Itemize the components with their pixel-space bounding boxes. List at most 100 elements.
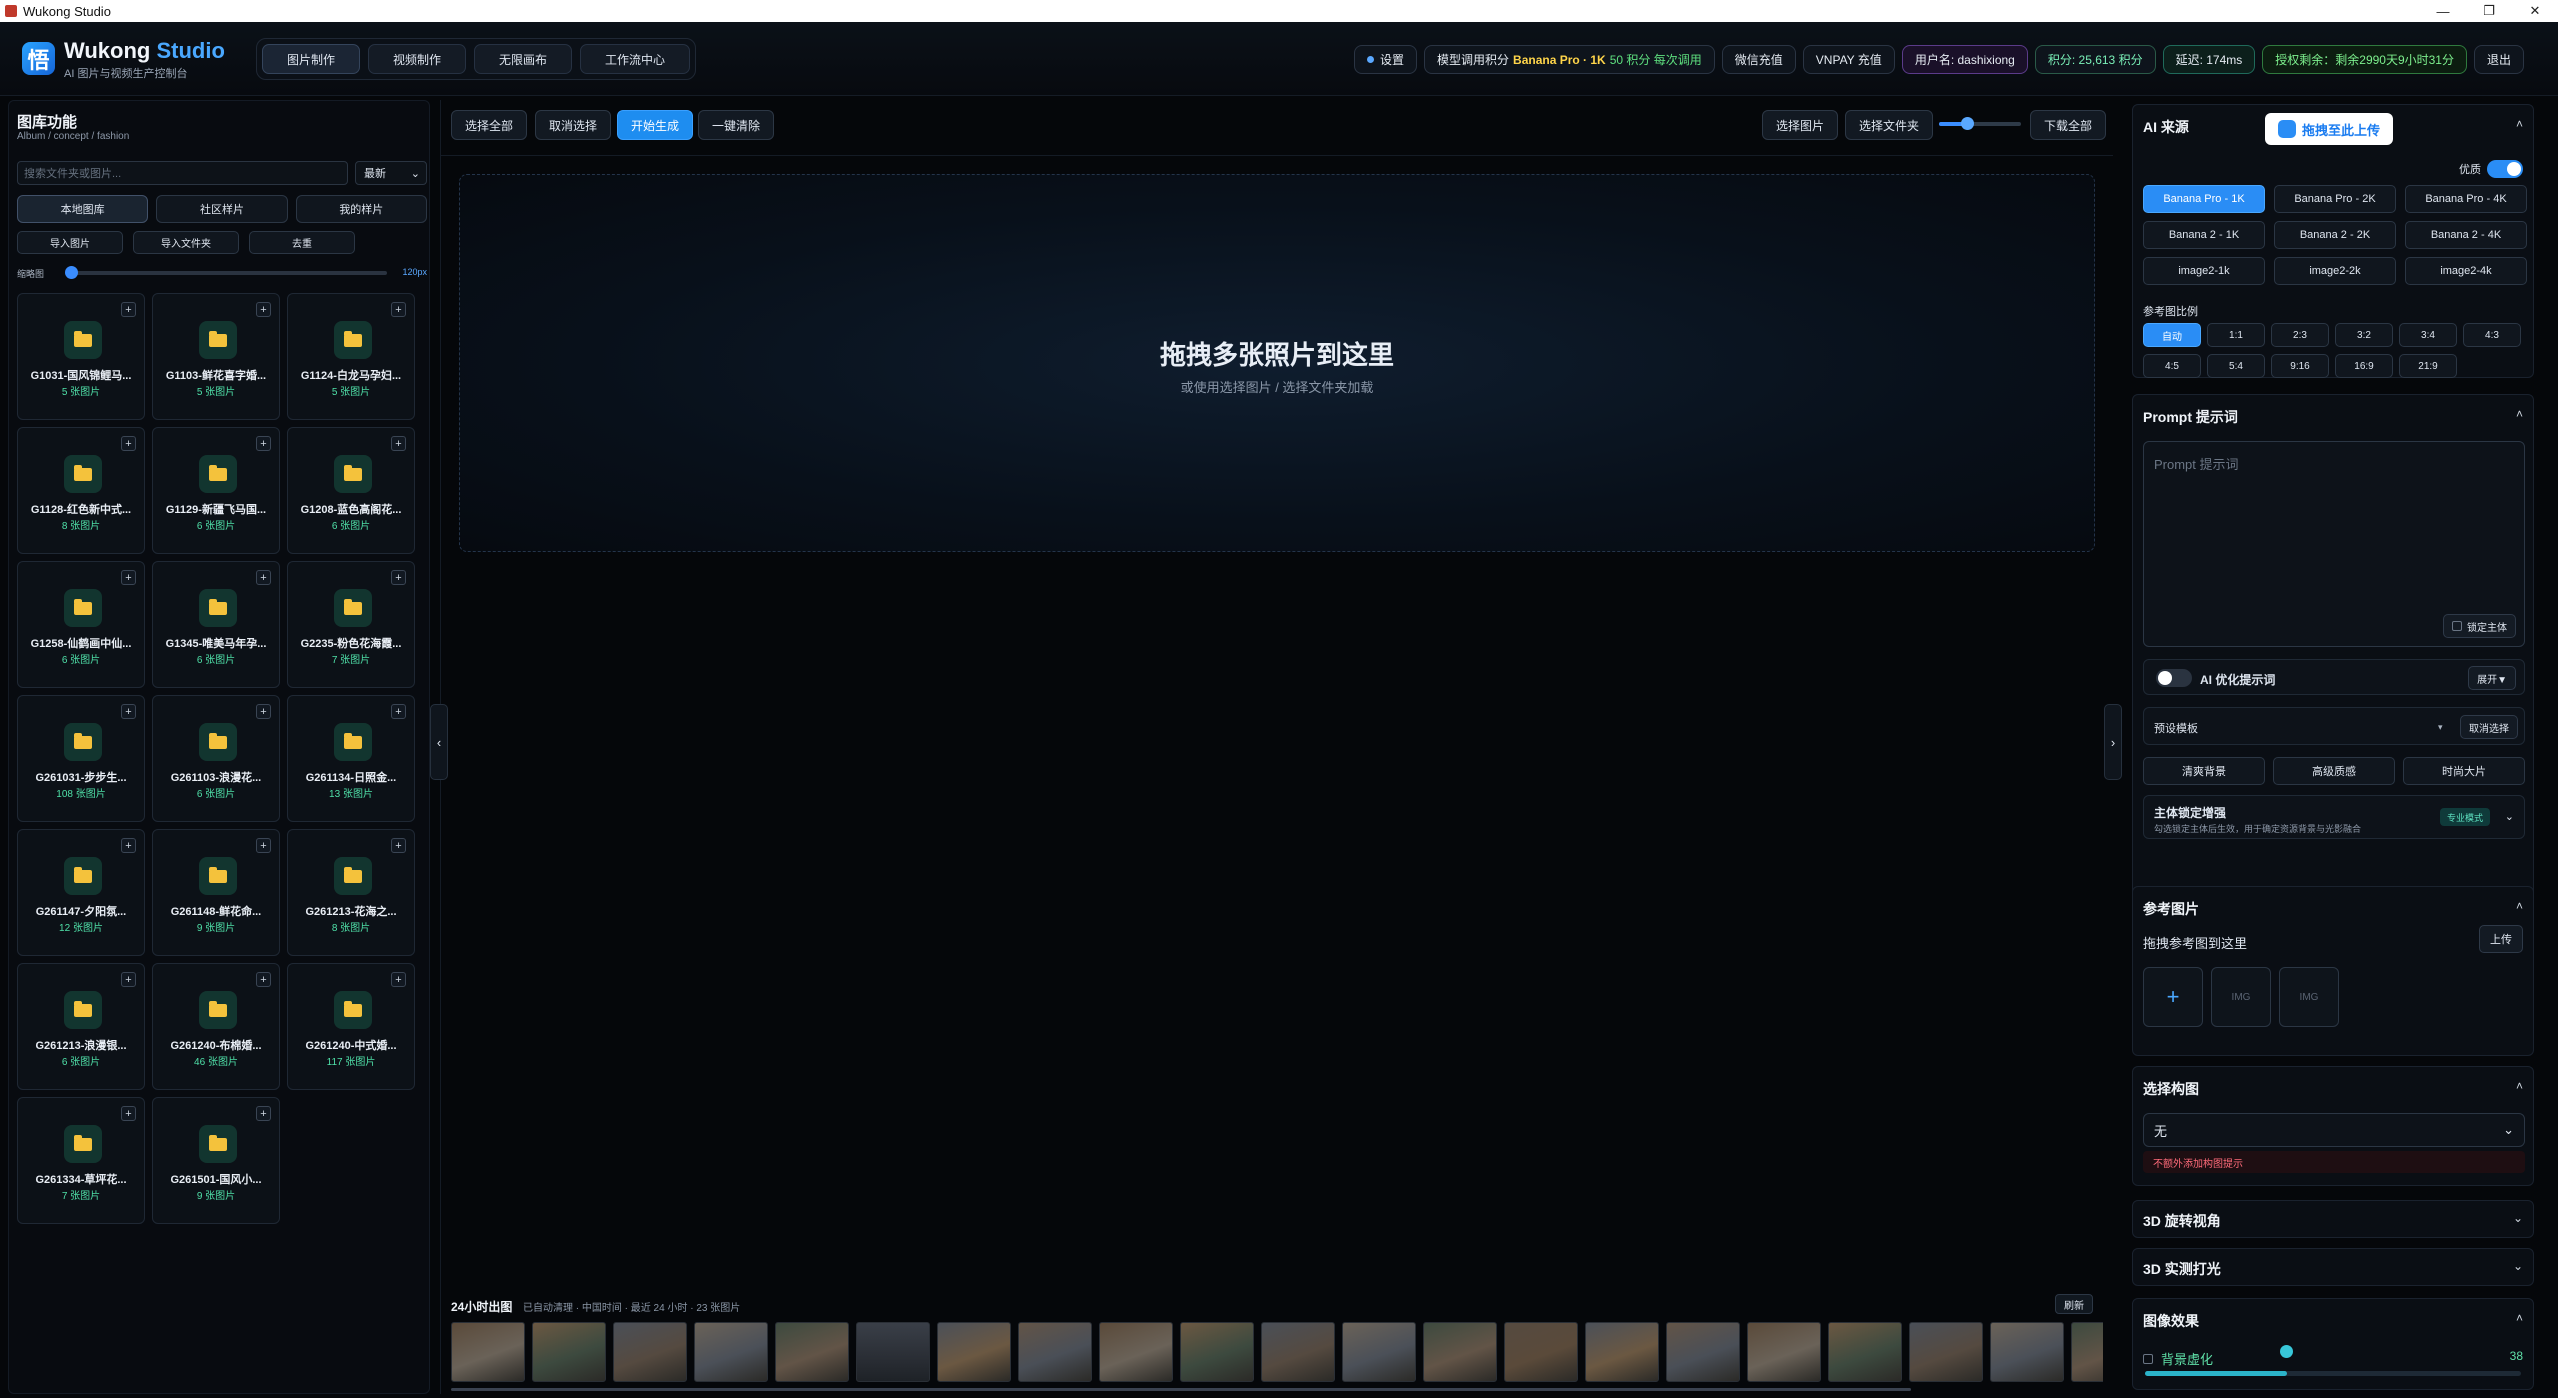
recent-thumbnail[interactable]	[532, 1322, 606, 1382]
recent-thumbnail[interactable]	[1261, 1322, 1335, 1382]
sort-select[interactable]: 最新 ⌄	[355, 161, 427, 185]
chevron-up-icon[interactable]: ˄	[2516, 1311, 2523, 1325]
add-folder-icon[interactable]: +	[256, 302, 271, 317]
ratio-option[interactable]: 16:9	[2335, 354, 2393, 378]
zoom-slider[interactable]	[1939, 117, 2021, 130]
recent-thumbnail[interactable]	[2071, 1322, 2103, 1382]
add-folder-icon[interactable]: +	[256, 838, 271, 853]
folder-card[interactable]: + G261334-草坪花... 7 张图片	[17, 1097, 145, 1224]
ratio-option[interactable]: 9:16	[2271, 354, 2329, 378]
ratio-option[interactable]: 1:1	[2207, 323, 2265, 347]
model-option[interactable]: image2-2k	[2274, 257, 2396, 285]
recent-thumbnail[interactable]	[1180, 1322, 1254, 1382]
strip-scrollbar[interactable]	[451, 1388, 1911, 1391]
slider-handle[interactable]	[1961, 117, 1974, 130]
nav-image[interactable]: 图片制作	[262, 44, 361, 74]
reference-slot[interactable]: IMG	[2279, 967, 2339, 1027]
folder-card[interactable]: + G1345-唯美马年孕... 6 张图片	[152, 561, 280, 688]
reference-slot[interactable]: IMG	[2211, 967, 2271, 1027]
preset-select[interactable]: 预设模板 ▾ 取消选择	[2143, 707, 2525, 745]
add-folder-icon[interactable]: +	[256, 436, 271, 451]
refresh-button[interactable]: 刷新	[2055, 1294, 2093, 1314]
minimize-button[interactable]: —	[2420, 0, 2466, 22]
add-folder-icon[interactable]: +	[391, 704, 406, 719]
slider-handle[interactable]	[65, 266, 78, 279]
expand-button[interactable]: 展开▼	[2468, 666, 2516, 690]
recent-thumbnail[interactable]	[937, 1322, 1011, 1382]
composition-select[interactable]: 无 ⌄	[2143, 1113, 2525, 1147]
folder-card[interactable]: + G261240-中式婚... 117 张图片	[287, 963, 415, 1090]
recent-thumbnail[interactable]	[856, 1322, 930, 1382]
preset-cancel-button[interactable]: 取消选择	[2460, 715, 2518, 739]
recent-thumbnail[interactable]	[694, 1322, 768, 1382]
chevron-up-icon[interactable]: ˄	[2516, 407, 2523, 421]
import-folder-button[interactable]: 导入文件夹	[133, 231, 239, 254]
folder-card[interactable]: + G1129-新疆飞马国... 6 张图片	[152, 427, 280, 554]
model-option[interactable]: Banana 2 - 4K	[2405, 221, 2527, 249]
slider-handle[interactable]	[2280, 1345, 2293, 1358]
folder-card[interactable]: + G1124-白龙马孕妇... 5 张图片	[287, 293, 415, 420]
quick-fashion-button[interactable]: 时尚大片	[2403, 757, 2525, 785]
model-option[interactable]: Banana Pro - 1K	[2143, 185, 2265, 213]
recent-thumbnail[interactable]	[1828, 1322, 1902, 1382]
thumbnail-size-slider[interactable]: 缩略图 120px	[17, 266, 429, 280]
recent-thumbnail[interactable]	[1018, 1322, 1092, 1382]
close-button[interactable]: ✕	[2512, 0, 2558, 22]
settings-button[interactable]: 设置	[1354, 45, 1418, 74]
add-folder-icon[interactable]: +	[256, 972, 271, 987]
tab-community[interactable]: 社区样片	[156, 195, 288, 223]
recent-thumbnail[interactable]	[1342, 1322, 1416, 1382]
folder-card[interactable]: + G261103-浪漫花... 6 张图片	[152, 695, 280, 822]
select-all-button[interactable]: 选择全部	[451, 110, 528, 140]
quality-toggle[interactable]	[2487, 160, 2523, 178]
add-folder-icon[interactable]: +	[121, 1106, 136, 1121]
add-folder-icon[interactable]: +	[391, 436, 406, 451]
tab-my-samples[interactable]: 我的样片	[295, 195, 427, 223]
ratio-option[interactable]: 自动	[2143, 323, 2201, 347]
recent-thumbnail[interactable]	[1585, 1322, 1659, 1382]
add-folder-icon[interactable]: +	[391, 838, 406, 853]
reference-upload-button[interactable]: 上传	[2479, 925, 2523, 953]
recent-thumbnail[interactable]	[775, 1322, 849, 1382]
quick-premium-texture-button[interactable]: 高级质感	[2273, 757, 2395, 785]
recent-thumbnail[interactable]	[1099, 1322, 1173, 1382]
import-images-button[interactable]: 导入图片	[17, 231, 123, 254]
add-folder-icon[interactable]: +	[121, 570, 136, 585]
folder-card[interactable]: + G261147-夕阳氛... 12 张图片	[17, 829, 145, 956]
folder-card[interactable]: + G261213-浪漫银... 6 张图片	[17, 963, 145, 1090]
select-images-button[interactable]: 选择图片	[1762, 110, 1839, 140]
model-option[interactable]: image2-1k	[2143, 257, 2265, 285]
add-folder-icon[interactable]: +	[121, 436, 136, 451]
lighting-3d-section[interactable]: 3D 实测打光 ⌄	[2132, 1248, 2534, 1286]
add-folder-icon[interactable]: +	[256, 704, 271, 719]
recent-thumbnail[interactable]	[1747, 1322, 1821, 1382]
folder-card[interactable]: + G1031-国风锦鲤马... 5 张图片	[17, 293, 145, 420]
ratio-option[interactable]: 3:2	[2335, 323, 2393, 347]
folder-card[interactable]: + G1103-鲜花喜字婚... 5 张图片	[152, 293, 280, 420]
select-folder-button[interactable]: 选择文件夹	[1845, 110, 1934, 140]
folder-card[interactable]: + G261213-花海之... 8 张图片	[287, 829, 415, 956]
folder-card[interactable]: + G1258-仙鹤画中仙... 6 张图片	[17, 561, 145, 688]
ratio-option[interactable]: 4:5	[2143, 354, 2201, 378]
recent-thumbnail[interactable]	[451, 1322, 525, 1382]
recent-thumbnail[interactable]	[1909, 1322, 1983, 1382]
start-generate-button[interactable]: 开始生成	[617, 110, 694, 140]
collapse-left-button[interactable]: ‹	[430, 704, 448, 780]
quick-clean-bg-button[interactable]: 清爽背景	[2143, 757, 2265, 785]
model-option[interactable]: image2-4k	[2405, 257, 2527, 285]
add-folder-icon[interactable]: +	[121, 302, 136, 317]
ai-optimize-toggle[interactable]	[2156, 669, 2192, 687]
recent-thumbnail[interactable]	[1423, 1322, 1497, 1382]
chevron-up-icon[interactable]: ˄	[2516, 1079, 2523, 1093]
folder-card[interactable]: + G261134-日照金... 13 张图片	[287, 695, 415, 822]
nav-video[interactable]: 视频制作	[368, 44, 467, 74]
nav-workflow[interactable]: 工作流中心	[580, 44, 691, 74]
blur-checkbox[interactable]	[2143, 1353, 2153, 1364]
lock-subject-checkbox[interactable]: 锁定主体	[2443, 614, 2516, 638]
collapse-right-button[interactable]: ›	[2104, 704, 2122, 780]
photo-dropzone[interactable]: 拖拽多张照片到这里 或使用选择图片 / 选择文件夹加载	[459, 174, 2095, 552]
wechat-recharge-button[interactable]: 微信充值	[1721, 45, 1796, 74]
add-folder-icon[interactable]: +	[256, 1106, 271, 1121]
add-folder-icon[interactable]: +	[121, 838, 136, 853]
nav-canvas[interactable]: 无限画布	[474, 44, 573, 74]
